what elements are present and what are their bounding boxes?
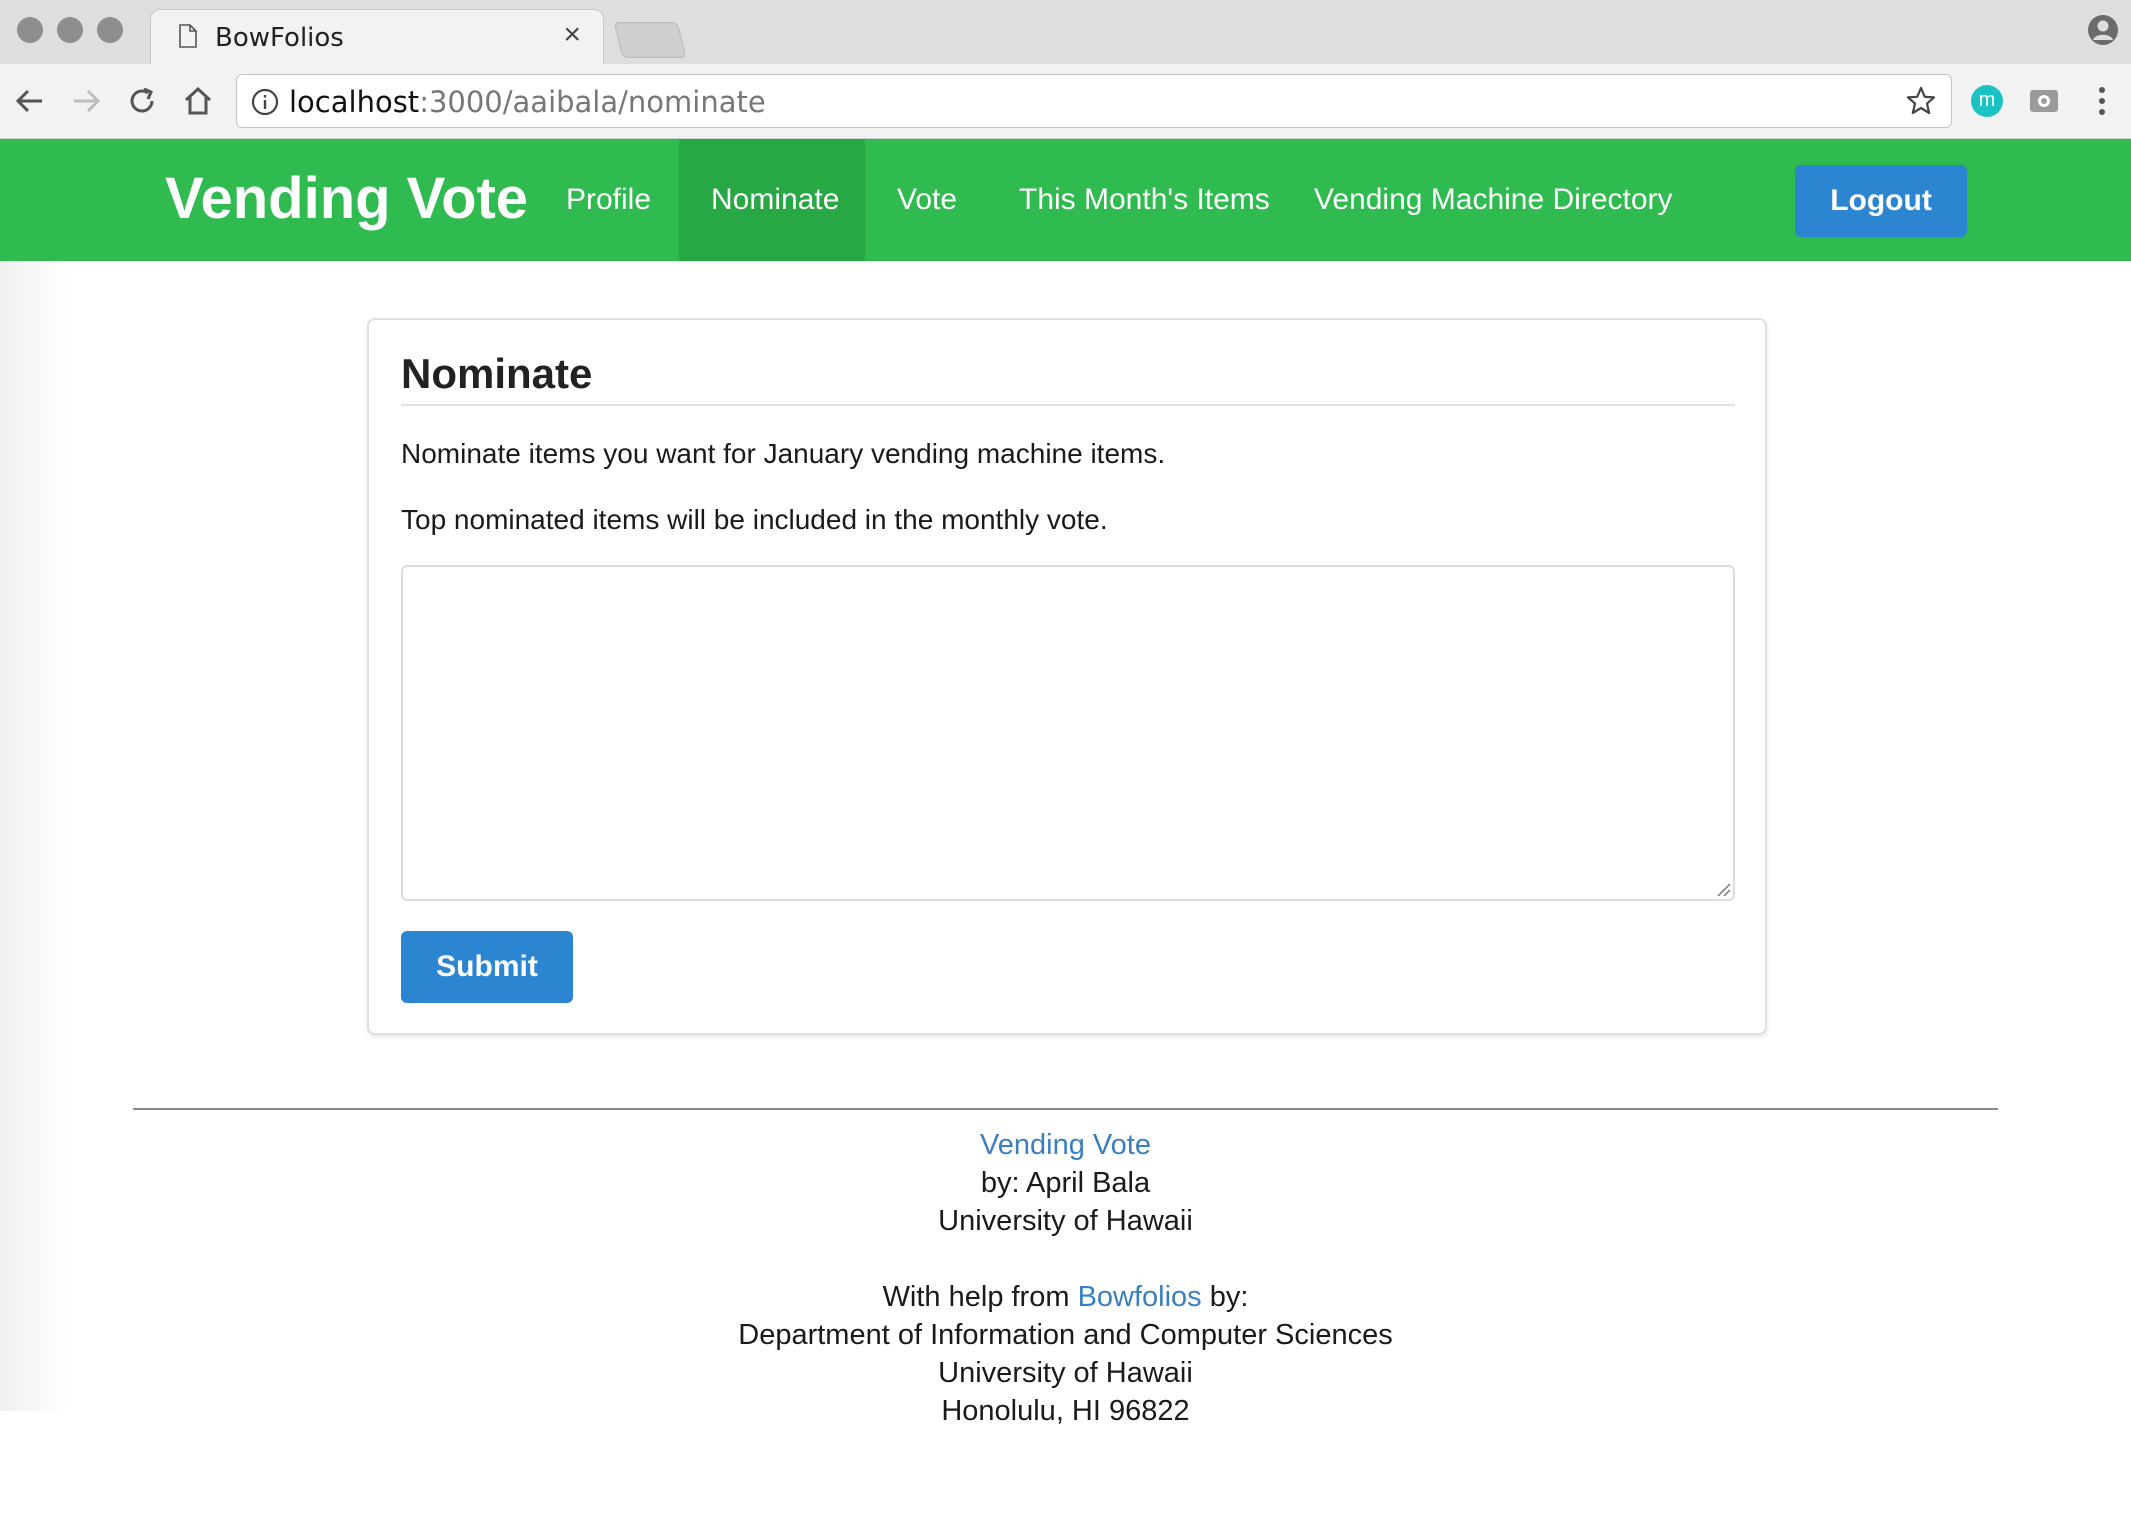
minimize-window-button[interactable]: [57, 17, 83, 43]
url-host: localhost: [289, 85, 420, 119]
nav-item-vote[interactable]: Vote: [865, 139, 989, 261]
address-bar[interactable]: localhost:3000/aaibala/nominate: [236, 74, 1952, 128]
footer-help-line: With help from Bowfolios by:: [0, 1278, 2131, 1316]
extension-m-icon[interactable]: m: [1971, 85, 2003, 117]
nominate-card: Nominate Nominate items you want for Jan…: [367, 318, 1767, 1035]
brand-logo[interactable]: Vending Vote: [165, 165, 528, 232]
nav-item-vending-machine-directory[interactable]: Vending Machine Directory: [1282, 139, 1705, 261]
footer-app-link[interactable]: Vending Vote: [980, 1129, 1151, 1161]
profile-icon[interactable]: [2087, 14, 2119, 46]
home-icon[interactable]: [180, 83, 216, 119]
footer-university: University of Hawaii: [938, 1205, 1193, 1237]
resize-handle-icon[interactable]: [1715, 881, 1731, 897]
footer: Vending Vote by: April Bala University o…: [0, 1126, 2131, 1430]
new-tab-button[interactable]: [613, 22, 687, 58]
logout-button[interactable]: Logout: [1795, 165, 1967, 237]
info-icon[interactable]: [251, 88, 279, 116]
reload-icon[interactable]: [124, 83, 160, 119]
document-icon: [179, 24, 197, 48]
browser-menu-icon[interactable]: [2090, 82, 2114, 120]
card-title: Nominate: [401, 350, 593, 397]
nomination-textarea[interactable]: [401, 565, 1735, 901]
footer-university-2: University of Hawaii: [938, 1357, 1193, 1389]
url-path: :3000/aaibala/nominate: [419, 85, 766, 119]
maximize-window-button[interactable]: [97, 17, 123, 43]
nav-item-nominate[interactable]: Nominate: [679, 139, 865, 261]
bookmark-star-icon[interactable]: [1905, 85, 1937, 117]
url-text: localhost:3000/aaibala/nominate: [289, 85, 766, 119]
close-window-button[interactable]: [17, 17, 43, 43]
submit-button[interactable]: Submit: [401, 931, 573, 1003]
title-divider: [401, 404, 1735, 406]
footer-help-suffix: by:: [1201, 1281, 1249, 1313]
nav-item-this-months-items[interactable]: This Month's Items: [987, 139, 1302, 261]
footer-help-prefix: With help from: [882, 1281, 1078, 1313]
instruction-text-2: Top nominated items will be included in …: [401, 504, 1108, 535]
app-navbar: Vending Vote Profile Nominate Vote This …: [0, 139, 2131, 261]
browser-tab[interactable]: BowFolios ×: [150, 9, 604, 64]
browser-toolbar: localhost:3000/aaibala/nominate m: [0, 64, 2131, 139]
forward-arrow-icon[interactable]: [68, 83, 104, 119]
instruction-text-1: Nominate items you want for January vend…: [401, 438, 1166, 469]
back-arrow-icon[interactable]: [12, 83, 48, 119]
footer-divider: [133, 1108, 1998, 1110]
nav-item-profile[interactable]: Profile: [534, 139, 683, 261]
tab-title: BowFolios: [215, 23, 344, 53]
footer-address: Honolulu, HI 96822: [941, 1395, 1190, 1427]
browser-tab-strip: BowFolios ×: [0, 0, 2131, 64]
footer-department: Department of Information and Computer S…: [738, 1319, 1393, 1351]
footer-bowfolios-link[interactable]: Bowfolios: [1078, 1281, 1202, 1313]
footer-author: by: April Bala: [980, 1167, 1151, 1199]
extension-camera-icon[interactable]: [2028, 85, 2060, 117]
tab-close-icon[interactable]: ×: [563, 20, 581, 50]
